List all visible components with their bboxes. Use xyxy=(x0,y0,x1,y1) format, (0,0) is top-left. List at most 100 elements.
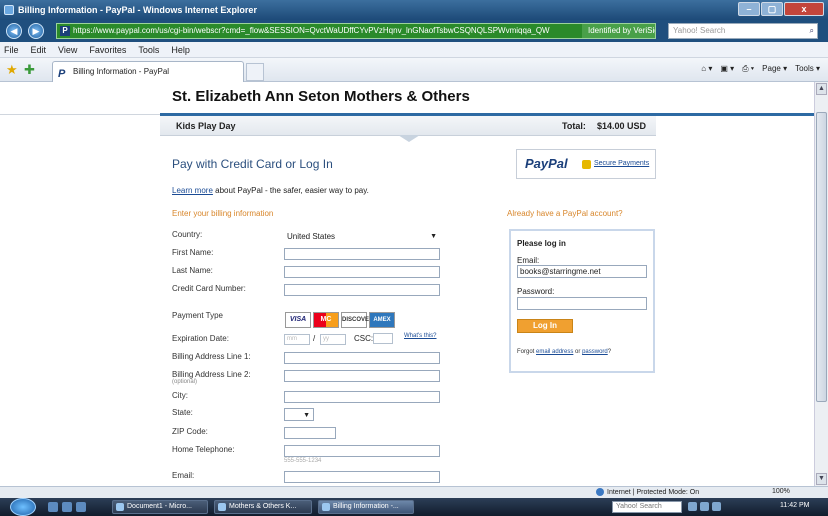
address2-field[interactable] xyxy=(284,370,440,382)
mastercard-icon[interactable]: MC xyxy=(313,312,339,328)
feeds-icon[interactable]: ▣ ▾ xyxy=(720,64,734,74)
menu-tools[interactable]: Tools xyxy=(138,45,159,55)
ie-icon xyxy=(4,5,14,15)
forgot-line: Forgot email address or password? xyxy=(517,349,611,355)
new-tab-button[interactable] xyxy=(246,63,264,81)
quicklaunch-explorer-icon[interactable] xyxy=(62,502,72,512)
whats-this-link[interactable]: What's this? xyxy=(404,333,437,339)
globe-icon xyxy=(596,488,604,496)
scroll-thumb[interactable] xyxy=(816,112,827,402)
security-zone[interactable]: Internet | Protected Mode: On xyxy=(596,488,699,496)
favorites-star-icon[interactable]: ★ xyxy=(6,63,18,76)
summary-caret-icon[interactable] xyxy=(398,135,420,142)
menu-bar: File Edit View Favorites Tools Help xyxy=(0,42,828,58)
zoom-level[interactable]: 100% xyxy=(772,488,790,495)
amex-card-icon[interactable]: AMEX xyxy=(369,312,395,328)
exp-year-field[interactable]: yy xyxy=(320,334,346,345)
start-button[interactable] xyxy=(10,498,36,516)
url-input[interactable]: P https://www.paypal.com/us/cgi-bin/webs… xyxy=(56,23,656,39)
csc-label: CSC: xyxy=(354,334,374,343)
first-name-field[interactable] xyxy=(284,248,440,260)
quicklaunch-media-icon[interactable] xyxy=(76,502,86,512)
address1-field[interactable] xyxy=(284,352,440,364)
taskbar-search[interactable]: Yahoo! Search xyxy=(612,501,682,513)
page-menu[interactable]: Page ▾ xyxy=(762,64,787,74)
close-button[interactable]: x xyxy=(784,2,824,16)
learn-more-link[interactable]: Learn more xyxy=(172,186,213,195)
tray-volume-icon[interactable] xyxy=(700,502,709,511)
city-field[interactable] xyxy=(284,391,440,403)
country-value: United States xyxy=(287,232,336,241)
taskbar-item-mothers-others[interactable]: Mothers & Others K... xyxy=(214,500,312,514)
card-number-field[interactable] xyxy=(284,284,440,296)
menu-help[interactable]: Help xyxy=(171,45,190,55)
scroll-up-icon[interactable]: ▲ xyxy=(816,83,827,95)
phone-hint: 555-555-1234 xyxy=(284,458,322,464)
csc-field[interactable] xyxy=(373,333,393,344)
taskbar-item-billing[interactable]: Billing Information -... xyxy=(318,500,414,514)
order-summary-bar: Kids Play Day Total: $14.00 USD xyxy=(160,116,656,136)
forgot-password-link[interactable]: password xyxy=(582,349,608,355)
quicklaunch-desktop-icon[interactable] xyxy=(48,502,58,512)
back-icon[interactable]: ◀ xyxy=(6,23,22,39)
menu-edit[interactable]: Edit xyxy=(31,45,47,55)
login-title: Please log in xyxy=(517,239,566,248)
phone-field[interactable] xyxy=(284,445,440,457)
tray-app-icon[interactable] xyxy=(712,502,721,511)
word-icon xyxy=(116,503,124,511)
maximize-button[interactable]: ▢ xyxy=(761,2,783,16)
minimize-button[interactable]: – xyxy=(738,2,760,16)
zip-field[interactable] xyxy=(284,427,336,439)
paypal-logo: PayPal xyxy=(525,156,568,171)
exp-separator: / xyxy=(313,334,316,343)
search-box[interactable]: Yahoo! Search ⌕ xyxy=(668,23,818,39)
home-icon[interactable]: ⌂ ▾ xyxy=(701,64,712,74)
status-bar: Internet | Protected Mode: On 100% xyxy=(0,486,828,498)
address-bar-row: ◀ ▶ P https://www.paypal.com/us/cgi-bin/… xyxy=(0,20,828,42)
optional-note: (optional) xyxy=(172,379,198,385)
print-icon[interactable]: ⎙ ▾ xyxy=(742,64,754,74)
ie-icon xyxy=(322,503,330,511)
discover-card-icon[interactable]: DISCOVER xyxy=(341,312,373,328)
clock[interactable]: 11:42 PM xyxy=(780,502,809,509)
scroll-down-icon[interactable]: ▼ xyxy=(816,473,827,485)
forgot-email-link[interactable]: email address xyxy=(536,349,573,355)
identity-badge[interactable]: Identified by VeriSign xyxy=(582,24,655,38)
taskbar-item-document1[interactable]: Document1 - Micro... xyxy=(112,500,208,514)
forward-icon[interactable]: ▶ xyxy=(28,23,44,39)
city-label: City: xyxy=(172,391,188,400)
tab-billing-information[interactable]: P Billing Information - PayPal xyxy=(52,61,244,82)
login-section-heading: Already have a PayPal account? xyxy=(507,209,623,218)
window-controls: – ▢ x xyxy=(738,2,824,16)
total-label: Total: xyxy=(562,121,586,131)
menu-favorites[interactable]: Favorites xyxy=(89,45,126,55)
state-select[interactable]: ▼ xyxy=(284,408,314,421)
merchant-name: St. Elizabeth Ann Seton Mothers & Others xyxy=(172,88,470,105)
visa-card-icon[interactable]: VISA xyxy=(285,312,311,328)
last-name-field[interactable] xyxy=(284,266,440,278)
tools-menu[interactable]: Tools ▾ xyxy=(795,64,820,74)
email-field[interactable] xyxy=(284,471,440,483)
chevron-down-icon: ▼ xyxy=(430,233,437,240)
last-name-label: Last Name: xyxy=(172,266,213,275)
system-tray xyxy=(688,502,721,511)
first-name-label: First Name: xyxy=(172,248,214,257)
login-button[interactable]: Log In xyxy=(517,319,573,333)
vertical-scrollbar[interactable]: ▲ ▼ xyxy=(814,82,828,486)
login-email-field[interactable]: books@starringme.net xyxy=(517,265,647,278)
search-icon[interactable]: ⌕ xyxy=(810,24,814,38)
country-select[interactable]: United States ▼ xyxy=(284,230,440,243)
secure-payments-link[interactable]: Secure Payments xyxy=(594,160,649,167)
menu-file[interactable]: File xyxy=(4,45,19,55)
exp-month-field[interactable]: mm xyxy=(284,334,310,345)
address2-label-text: Billing Address Line 2: xyxy=(172,370,251,379)
tray-network-icon[interactable] xyxy=(688,502,697,511)
taskbar-item-label: Document1 - Micro... xyxy=(127,503,192,510)
login-password-field[interactable] xyxy=(517,297,647,310)
paypal-badge: PayPal Secure Payments xyxy=(516,149,656,179)
menu-view[interactable]: View xyxy=(58,45,77,55)
add-favorites-icon[interactable]: ✚ xyxy=(24,63,35,76)
zone-text: Internet | Protected Mode: On xyxy=(607,488,700,496)
window-title-bar[interactable]: Billing Information - PayPal - Windows I… xyxy=(0,0,828,20)
learn-more-text: about PayPal - the safer, easier way to … xyxy=(215,186,369,195)
